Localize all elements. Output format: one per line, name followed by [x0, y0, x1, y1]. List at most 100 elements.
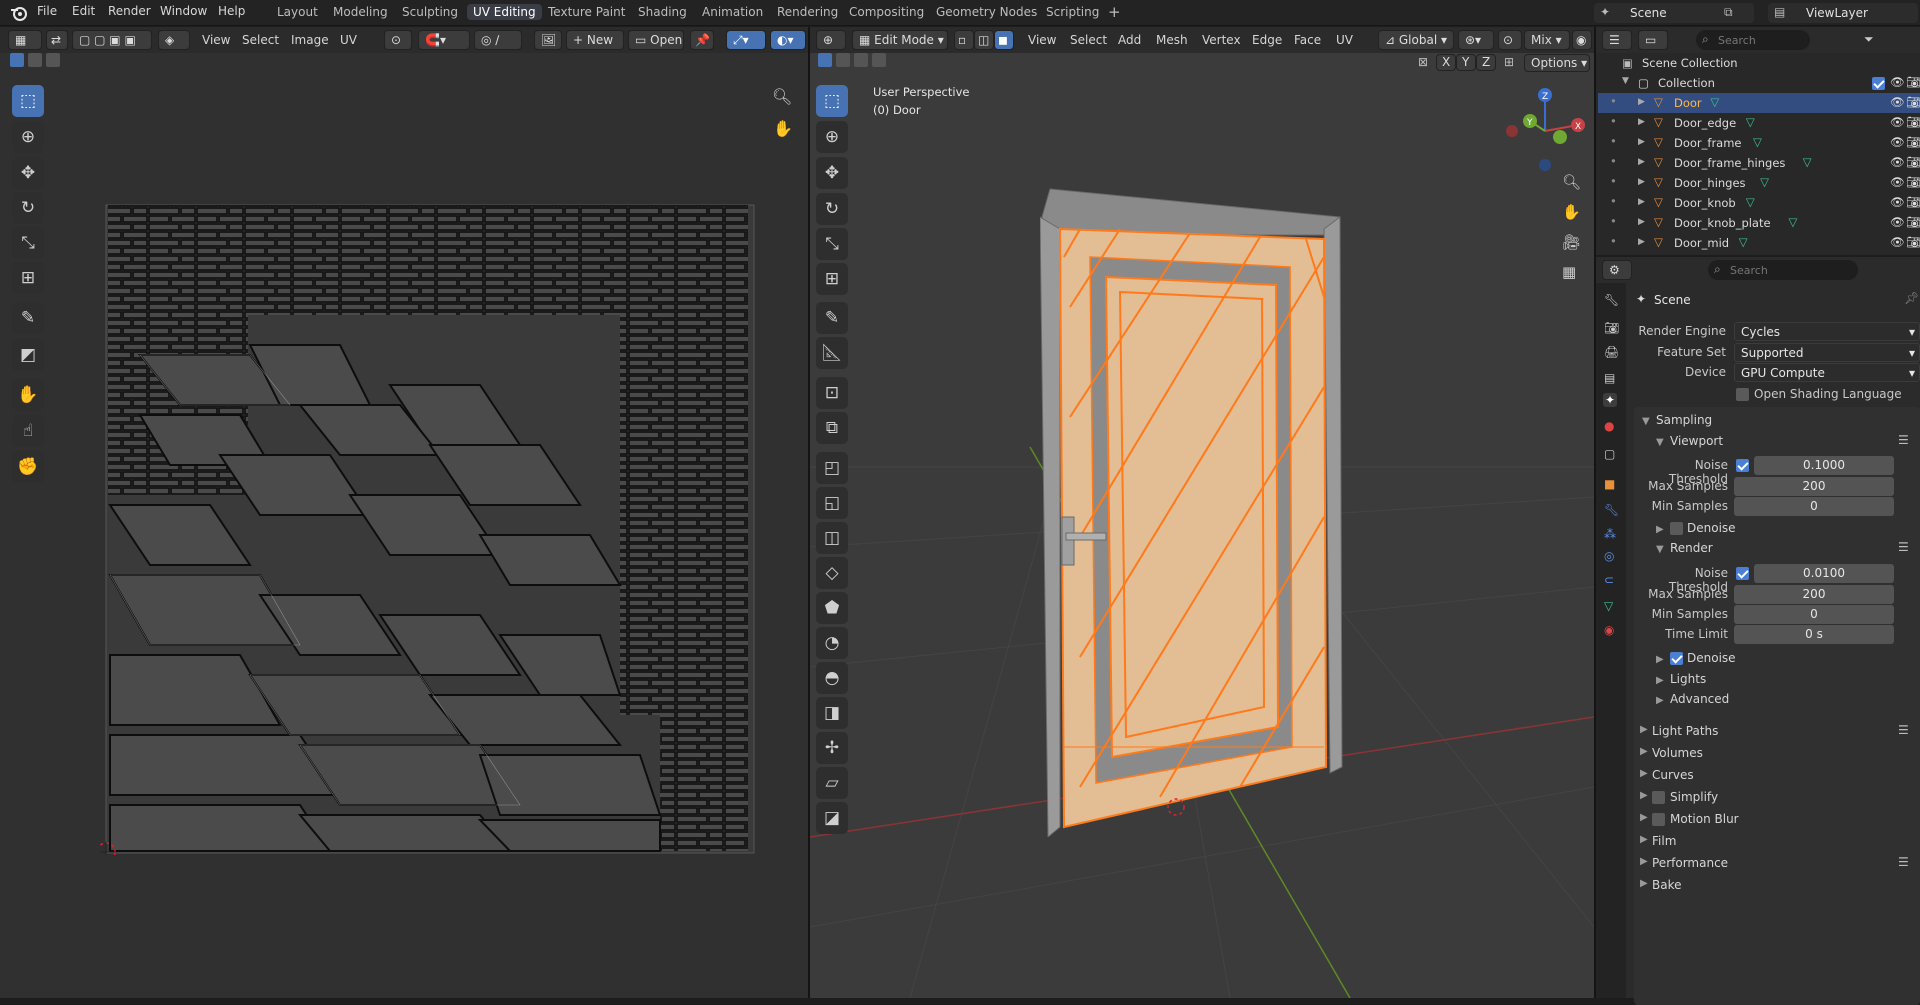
select-extend-icon[interactable] — [28, 53, 42, 67]
scene-tab-icon[interactable]: ✦ — [1603, 393, 1618, 407]
section-film[interactable]: ▶ Film — [1634, 831, 1920, 851]
tab-texture-paint[interactable]: Texture Paint — [542, 4, 631, 20]
select-box-tool[interactable]: ⬚ — [816, 85, 848, 117]
editor-type-button[interactable]: ⊕ — [816, 30, 846, 50]
uv-sticky-select-icon[interactable]: ◈ — [158, 30, 190, 50]
tab-animation[interactable]: Animation — [696, 4, 769, 20]
tab-shading[interactable]: Shading — [632, 4, 693, 20]
tab-rendering[interactable]: Rendering — [771, 4, 844, 20]
world-tab-icon[interactable]: ● — [1604, 419, 1614, 433]
particles-tab-icon[interactable]: ⁂ — [1604, 527, 1616, 541]
uv-overlay-toggle[interactable]: ◐▾ — [770, 30, 806, 50]
menu-edit[interactable]: Edit — [72, 4, 95, 18]
section-performance[interactable]: ▶ Performance ☰ — [1634, 853, 1920, 873]
tab-sculpting[interactable]: Sculpting — [396, 4, 464, 20]
blender-logo-icon[interactable] — [10, 4, 28, 22]
mesh-data-icon[interactable]: ▽ — [1803, 155, 1812, 169]
transform-tool[interactable]: ⊞ — [816, 263, 848, 295]
vp-menu-view[interactable]: View — [1028, 33, 1056, 47]
zoom-icon[interactable]: 🔍︎ — [1562, 173, 1581, 191]
proportional-edit-icon[interactable]: ◎ ∕ — [474, 30, 522, 50]
grab-tool[interactable]: ✋ — [12, 379, 44, 411]
scene-selector[interactable]: ✦ Scene ⧉ — [1594, 3, 1754, 23]
viewport-noise-threshold-checkbox[interactable] — [1736, 459, 1749, 472]
sampling-header[interactable]: ▼ Sampling — [1642, 413, 1712, 427]
auto-merge-icon[interactable]: ⊞ — [1504, 55, 1514, 69]
object-tab-icon[interactable]: ■ — [1604, 477, 1615, 491]
tab-uv-editing[interactable]: UV Editing — [467, 4, 542, 20]
output-tab-icon[interactable]: 🖨︎ — [1604, 345, 1619, 359]
select-new-icon[interactable] — [818, 53, 832, 67]
visibility-eye-icon[interactable]: 👁︎ — [1890, 135, 1905, 149]
outliner-item-row[interactable]: • ▶ ▽ Door_edge ▽ 👁︎ 📷︎ — [1598, 113, 1920, 133]
mesh-data-icon[interactable]: ▽ — [1746, 115, 1755, 129]
viewport-max-samples-field[interactable]: 200 — [1734, 477, 1894, 496]
measure-tool[interactable]: 📐︎ — [816, 337, 848, 369]
section-volumes[interactable]: ▶ Volumes — [1634, 743, 1920, 763]
expand-arrow-icon[interactable]: ▶ — [1638, 197, 1645, 207]
tab-compositing[interactable]: Compositing — [843, 4, 930, 20]
render-camera-icon[interactable]: 📷︎ — [1906, 115, 1920, 129]
outliner-search[interactable]: ⌕ — [1696, 30, 1810, 50]
spin-tool[interactable]: ◔ — [816, 627, 848, 659]
uv-map-canvas[interactable] — [100, 175, 760, 855]
smooth-tool[interactable]: ◓ — [816, 662, 848, 694]
mesh-data-icon[interactable]: ▽ — [1753, 135, 1762, 149]
preset-list-icon[interactable]: ☰ — [1898, 855, 1909, 869]
outliner-item-row[interactable]: • ▶ ▽ Door_knob_plate ▽ 👁︎ 📷︎ — [1598, 213, 1920, 233]
select-subtract-icon[interactable] — [46, 53, 60, 67]
expand-arrow-icon[interactable]: ▶ — [1638, 117, 1645, 127]
vp-menu-edge[interactable]: Edge — [1252, 33, 1282, 47]
section-simplify[interactable]: ▶ Simplify — [1634, 787, 1920, 807]
properties-search-input[interactable] — [1730, 262, 1850, 278]
vp-menu-select[interactable]: Select — [1070, 33, 1107, 47]
display-mode-icon[interactable]: ▭ — [1638, 30, 1668, 50]
transform-tool[interactable]: ⊞ — [12, 262, 44, 294]
advanced-subpanel-header[interactable]: ▶ Advanced — [1656, 692, 1729, 706]
visibility-eye-icon[interactable]: 👁︎ — [1890, 195, 1905, 209]
view-layer-tab-icon[interactable]: ▤ — [1604, 371, 1615, 385]
move-tool[interactable]: ✥ — [12, 157, 44, 189]
exclude-checkbox[interactable] — [1872, 77, 1885, 90]
rip-region-tool[interactable]: ◩ — [12, 339, 44, 371]
filter-icon[interactable]: ⏷ — [1864, 32, 1874, 47]
mesh-data-icon[interactable]: ▽ — [1760, 175, 1769, 189]
render-min-samples-field[interactable]: 0 — [1734, 605, 1894, 624]
mesh-data-icon[interactable]: ▽ — [1710, 95, 1719, 109]
preset-list-icon[interactable]: ☰ — [1898, 723, 1909, 737]
viewport-select-mode-row[interactable] — [818, 53, 894, 69]
expand-arrow-icon[interactable]: ▶ — [1638, 237, 1645, 247]
collection-tab-icon[interactable]: ▢ — [1604, 447, 1615, 461]
expand-arrow-icon[interactable]: ▶ — [1638, 137, 1645, 147]
outliner-item-row[interactable]: • ▶ ▽ Door_frame ▽ 👁︎ 📷︎ — [1598, 133, 1920, 153]
render-noise-threshold-field[interactable]: 0.0100 — [1754, 564, 1894, 583]
visibility-eye-icon[interactable]: 👁︎ — [1890, 95, 1905, 109]
uv-sync-selection-icon[interactable]: ⇄ — [46, 30, 68, 50]
new-image-button[interactable]: + New — [566, 30, 624, 50]
expand-arrow-icon[interactable]: ▼ — [1622, 76, 1629, 86]
render-camera-icon[interactable]: 📷︎ — [1906, 75, 1920, 89]
pan-hand-icon[interactable]: ✋ — [1562, 203, 1581, 221]
properties-search[interactable]: ⌕ — [1708, 260, 1858, 280]
vp-menu-vertex[interactable]: Vertex — [1202, 33, 1241, 47]
select-new-icon[interactable] — [10, 53, 24, 67]
render-denoise-header[interactable]: ▶ Denoise — [1656, 651, 1736, 665]
pan-hand-icon[interactable]: ✋ — [773, 119, 793, 138]
preset-list-icon[interactable]: ☰ — [1898, 540, 1909, 554]
vp-menu-mesh[interactable]: Mesh — [1156, 33, 1188, 47]
visibility-eye-icon[interactable]: 👁︎ — [1890, 75, 1905, 89]
rip-region-tool[interactable]: ◪ — [816, 802, 848, 834]
inset-faces-tool[interactable]: ◰ — [816, 452, 848, 484]
options-dropdown[interactable]: Options ▾ — [1524, 54, 1590, 72]
loop-cut-tool[interactable]: ◫ — [816, 522, 848, 554]
cursor-tool[interactable]: ⊕ — [816, 121, 848, 153]
visibility-eye-icon[interactable]: 👁︎ — [1890, 175, 1905, 189]
pinch-tool[interactable]: ✊ — [12, 451, 44, 483]
section-light-paths[interactable]: ▶ Light Paths ☰ — [1634, 721, 1920, 741]
properties-editor-type-icon[interactable]: ⚙ — [1602, 260, 1632, 280]
menu-window[interactable]: Window — [160, 4, 207, 18]
viewport-denoise-checkbox[interactable] — [1670, 522, 1683, 535]
render-noise-threshold-checkbox[interactable] — [1736, 567, 1749, 580]
menu-render[interactable]: Render — [108, 4, 151, 18]
viewport-subpanel-header[interactable]: ▼ Viewport — [1656, 434, 1723, 448]
